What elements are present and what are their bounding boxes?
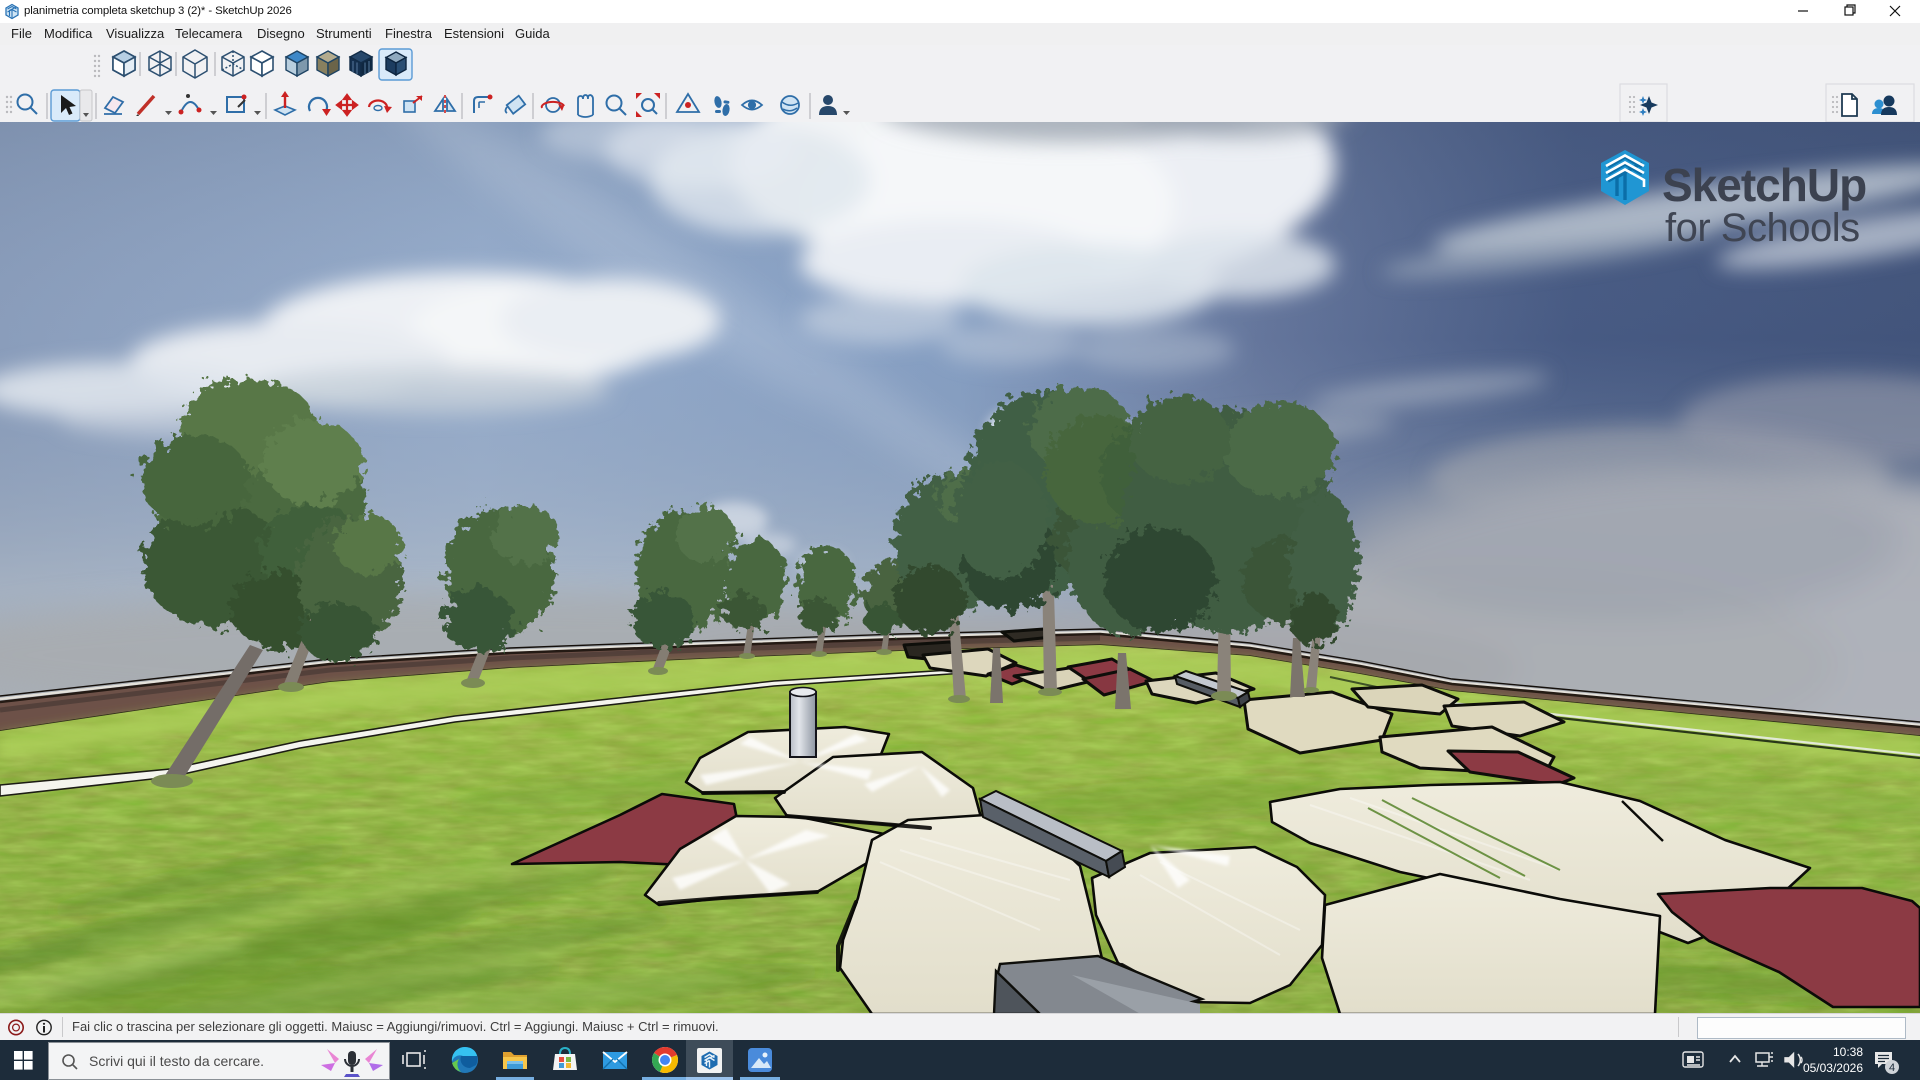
svg-text:SketchUp: SketchUp [1662, 159, 1866, 211]
svg-text:for Schools: for Schools [1665, 206, 1860, 250]
svg-text:4: 4 [1889, 1062, 1895, 1074]
